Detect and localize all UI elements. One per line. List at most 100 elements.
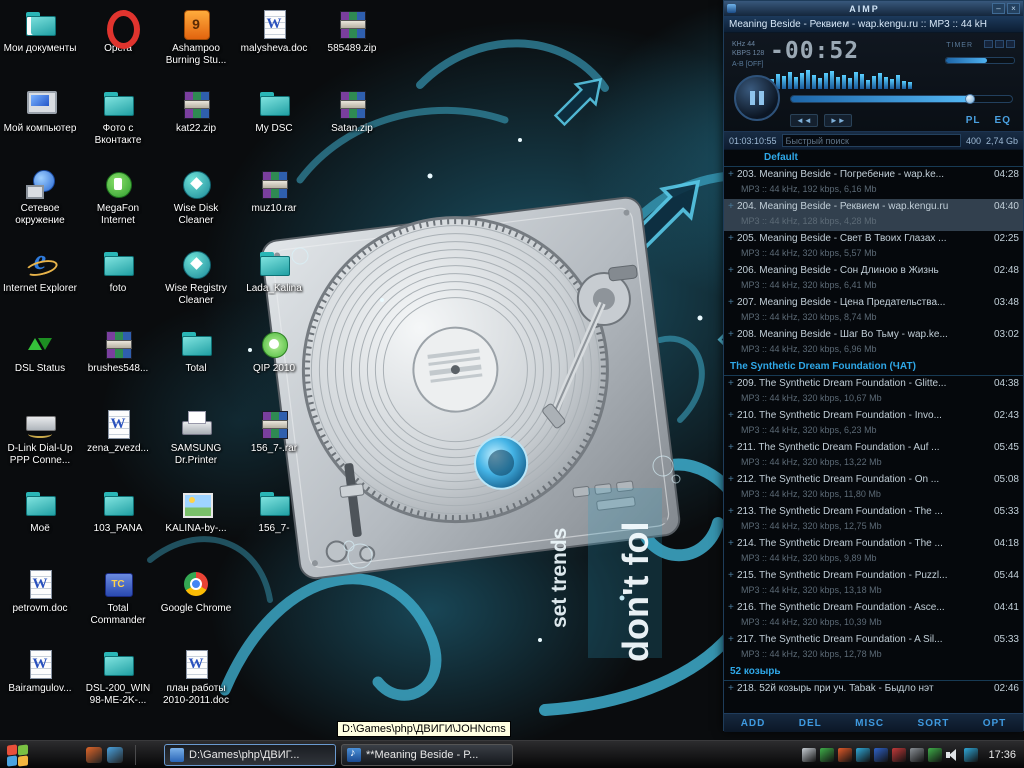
desktop-icon[interactable]: zena_zvezd... — [80, 408, 156, 455]
tray-icon[interactable] — [820, 748, 834, 762]
expand-marker[interactable]: + — [728, 327, 737, 343]
expand-marker[interactable]: + — [728, 632, 737, 648]
desktop-icon[interactable]: D-Link Dial-Up PPP Conne... — [2, 408, 78, 467]
playlist-track[interactable]: +212. The Synthetic Dream Foundation - O… — [724, 472, 1023, 504]
tray-icon[interactable] — [838, 748, 852, 762]
expand-marker[interactable]: + — [728, 199, 737, 215]
tray-icon[interactable] — [856, 748, 870, 762]
desktop-icon[interactable]: malysheva.doc — [236, 8, 312, 55]
desktop-icon[interactable]: план работы 2010-2011.doc — [158, 648, 234, 707]
desktop-icon[interactable]: DSL-200_WIN 98-ME-2K-... — [80, 648, 156, 707]
desktop-icon[interactable]: 156_7-.rar — [236, 408, 312, 455]
tray-icon[interactable] — [964, 748, 978, 762]
playlist-track[interactable]: +217. The Synthetic Dream Foundation - A… — [724, 632, 1023, 664]
desktop-icon[interactable]: foto — [80, 248, 156, 295]
aimp-titlebar[interactable]: AIMP – × — [724, 1, 1023, 16]
desktop-icon[interactable]: SAMSUNG Dr.Printer — [158, 408, 234, 467]
desktop-icon[interactable]: Wise Registry Cleaner — [158, 248, 234, 307]
playlist-track[interactable]: +215. The Synthetic Dream Foundation - P… — [724, 568, 1023, 600]
desktop-icon[interactable]: muz10.rar — [236, 168, 312, 215]
desktop-icon[interactable]: Satan.zip — [314, 88, 390, 135]
expand-marker[interactable]: + — [728, 408, 737, 424]
expand-marker[interactable]: + — [728, 568, 737, 584]
expand-marker[interactable]: + — [728, 536, 737, 552]
tray-icon[interactable] — [928, 748, 942, 762]
playlist-toolbar-sort-button[interactable]: SORT — [918, 718, 950, 729]
playlist-group-header[interactable]: The Synthetic Dream Foundation (ЧАТ) — [724, 359, 1023, 376]
playlist-track[interactable]: +218. 52й козырь при уч. Tabak - Быдло н… — [724, 681, 1023, 713]
prev-button[interactable]: ◄◄ — [790, 114, 818, 127]
desktop-icon[interactable]: Ashampoo Burning Stu... — [158, 8, 234, 67]
playlist-track[interactable]: +216. The Synthetic Dream Foundation - A… — [724, 600, 1023, 632]
playlist-track[interactable]: +205. Meaning Beside - Свет В Твоих Глаз… — [724, 231, 1023, 263]
volume-tray-icon[interactable] — [946, 748, 960, 762]
seek-thumb[interactable] — [965, 94, 975, 104]
desktop-icon[interactable]: Total — [158, 328, 234, 375]
playlist-group-header[interactable]: Default — [724, 150, 1023, 167]
desktop-icon[interactable]: brushes548... — [80, 328, 156, 375]
volume-slider[interactable] — [945, 57, 1015, 64]
desktop-icon[interactable]: MegaFon Internet — [80, 168, 156, 227]
expand-marker[interactable]: + — [728, 376, 737, 392]
playlist-toolbar-del-button[interactable]: DEL — [799, 718, 822, 729]
taskbar-clock[interactable]: 17:36 — [988, 749, 1016, 761]
playlist-track[interactable]: +211. The Synthetic Dream Foundation - A… — [724, 440, 1023, 472]
playlist-toolbar-opt-button[interactable]: OPT — [983, 718, 1007, 729]
quick-launch-icon[interactable] — [107, 747, 123, 763]
desktop-icon[interactable]: 585489.zip — [314, 8, 390, 55]
desktop-icon[interactable]: petrovm.doc — [2, 568, 78, 615]
playlist-track[interactable]: +213. The Synthetic Dream Foundation - T… — [724, 504, 1023, 536]
tray-icon[interactable] — [874, 748, 888, 762]
desktop-icon[interactable]: 156_7- — [236, 488, 312, 535]
desktop-icon[interactable]: Мои документы — [2, 8, 78, 55]
playlist-toolbar-misc-button[interactable]: MISC — [855, 718, 884, 729]
pause-button[interactable] — [734, 75, 780, 121]
desktop-icon[interactable]: My DSC — [236, 88, 312, 135]
desktop-icon[interactable]: Фото с Вконтакте — [80, 88, 156, 147]
desktop-icon[interactable]: Мой компьютер — [2, 88, 78, 135]
desktop-icon[interactable]: Google Chrome — [158, 568, 234, 615]
desktop-icon[interactable]: Lada_Kalina — [236, 248, 312, 295]
close-button[interactable]: × — [1007, 3, 1020, 14]
desktop-icon[interactable]: Opera — [80, 8, 156, 55]
desktop-icon[interactable]: Total Commander — [80, 568, 156, 627]
expand-marker[interactable]: + — [728, 231, 737, 247]
desktop-icon[interactable]: Internet Explorer — [2, 248, 78, 295]
seek-bar[interactable] — [790, 95, 1013, 103]
desktop-icon[interactable]: Сетевое окружение — [2, 168, 78, 227]
tray-icon[interactable] — [892, 748, 906, 762]
playlist-track[interactable]: +209. The Synthetic Dream Foundation - G… — [724, 376, 1023, 408]
tray-icon[interactable] — [910, 748, 924, 762]
equalizer-toggle[interactable]: EQ — [991, 115, 1015, 126]
playlist-track[interactable]: +207. Meaning Beside - Цена Предательств… — [724, 295, 1023, 327]
desktop-icon[interactable]: 103_PANA — [80, 488, 156, 535]
desktop-icon[interactable]: kat22.zip — [158, 88, 234, 135]
next-button[interactable]: ►► — [824, 114, 852, 127]
playlist-track[interactable]: +203. Meaning Beside - Погребение - wap.… — [724, 167, 1023, 199]
search-input[interactable] — [782, 134, 961, 147]
playlist-track[interactable]: +204. Meaning Beside - Реквием - wap.ken… — [724, 199, 1023, 231]
desktop-icon[interactable]: QIP 2010 — [236, 328, 312, 375]
playlist-track[interactable]: +214. The Synthetic Dream Foundation - T… — [724, 536, 1023, 568]
tray-icon[interactable] — [802, 748, 816, 762]
expand-marker[interactable]: + — [728, 600, 737, 616]
timer-buttons[interactable] — [984, 40, 1015, 48]
expand-marker[interactable]: + — [728, 263, 737, 279]
taskbar-task-button[interactable]: D:\Games\php\ДВИГ... — [164, 744, 336, 766]
desktop-icon[interactable]: KALINA-by-... — [158, 488, 234, 535]
expand-marker[interactable]: + — [728, 472, 737, 488]
playlist-toggle[interactable]: PL — [962, 115, 985, 126]
expand-marker[interactable]: + — [728, 295, 737, 311]
playlist-track[interactable]: +208. Meaning Beside - Шаг Во Тьму - wap… — [724, 327, 1023, 359]
desktop-icon[interactable]: Wise Disk Cleaner — [158, 168, 234, 227]
taskbar-task-button[interactable]: **Meaning Beside - P... — [341, 744, 513, 766]
desktop-icon[interactable]: Bairamgulov... — [2, 648, 78, 695]
desktop-icon[interactable]: DSL Status — [2, 328, 78, 375]
desktop-icon[interactable]: Моё — [2, 488, 78, 535]
expand-marker[interactable]: + — [728, 681, 737, 697]
expand-marker[interactable]: + — [728, 167, 737, 183]
start-button[interactable] — [7, 744, 30, 766]
quick-launch-icon[interactable] — [86, 747, 102, 763]
playlist-group-header[interactable]: 52 козырь — [724, 664, 1023, 681]
minimize-button[interactable]: – — [992, 3, 1005, 14]
